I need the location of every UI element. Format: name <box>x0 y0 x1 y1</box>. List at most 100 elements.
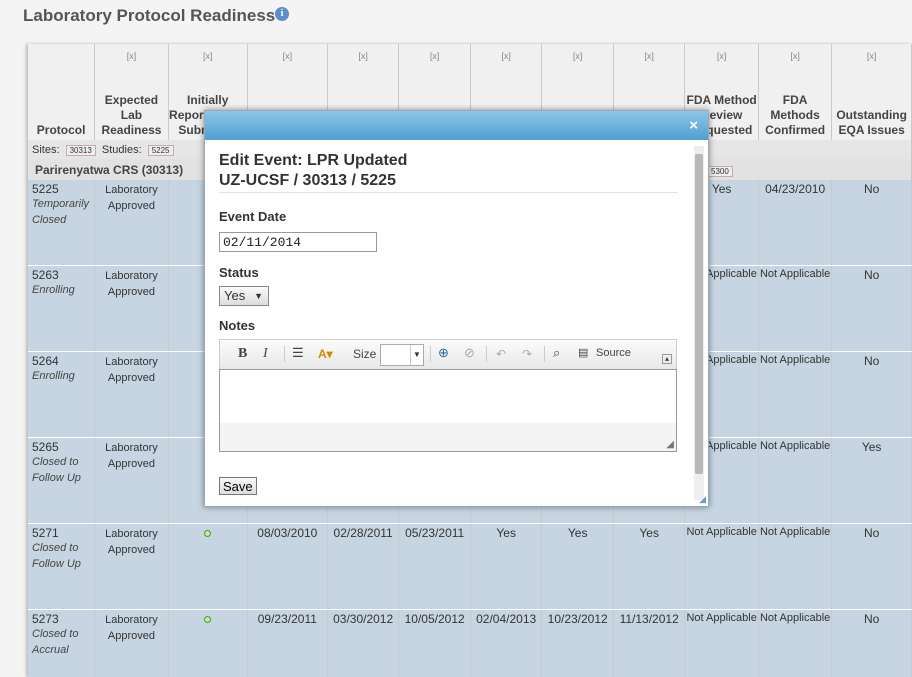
protocol-number[interactable]: 5271 <box>32 526 94 540</box>
redo-icon[interactable]: ↷ <box>522 347 532 361</box>
protocol-status: Enrolling <box>32 370 75 382</box>
cell-value: No <box>863 354 880 368</box>
protocol-number[interactable]: 5273 <box>32 612 94 626</box>
data-cell[interactable]: 08/03/2010 <box>247 523 328 610</box>
data-cell[interactable]: 02/28/2011 <box>327 523 400 610</box>
data-cell[interactable]: Not Applicable <box>758 437 833 524</box>
remove-column-button[interactable]: [x] <box>685 49 757 64</box>
data-cell[interactable]: 04/23/2010 <box>758 180 833 266</box>
data-cell[interactable]: Not Applicable <box>684 609 759 677</box>
data-cell[interactable]: No <box>831 523 912 610</box>
data-cell[interactable]: Not Applicable <box>758 523 833 610</box>
data-cell[interactable]: 09/23/2011 <box>247 609 328 677</box>
cell-value: Yes <box>711 182 732 196</box>
protocol-number[interactable]: 5264 <box>32 354 94 368</box>
remove-column-button[interactable]: [x] <box>471 49 542 64</box>
undo-icon[interactable]: ↶ <box>496 347 506 361</box>
data-cell[interactable]: Not Applicable <box>758 265 833 352</box>
protocol-number[interactable]: 5225 <box>32 182 94 196</box>
cell-value: Yes <box>861 440 882 454</box>
readiness-cell: Laboratory Approved <box>94 437 169 524</box>
bold-button[interactable]: B <box>238 346 247 362</box>
status-dot-icon <box>204 530 212 537</box>
save-button[interactable]: Save <box>219 477 257 495</box>
remove-column-button[interactable]: [x] <box>95 49 167 64</box>
data-cell[interactable]: Yes <box>541 523 614 610</box>
cell-value: Not Applicable <box>759 354 831 366</box>
preview-icon[interactable]: ⌕ <box>553 345 560 361</box>
protocol-status: Enrolling <box>32 284 75 296</box>
toolbar-separator <box>544 346 545 362</box>
data-cell[interactable]: Not Applicable <box>758 609 833 677</box>
dialog-resize-icon[interactable]: ◢ <box>699 494 706 505</box>
column-header[interactable]: [x] Expected Lab Readiness <box>94 44 169 140</box>
dialog-title: Edit Event: LPR Updated UZ-UCSF / 30313 … <box>219 151 407 191</box>
remove-column-button[interactable]: [x] <box>542 49 613 64</box>
link-icon[interactable]: ⊕ <box>438 345 449 361</box>
font-size-select[interactable]: ▼ <box>380 344 424 366</box>
remove-column-button[interactable]: [x] <box>248 49 327 64</box>
readiness-cell: Laboratory Approved <box>94 523 169 610</box>
data-cell[interactable]: 11/13/2012 <box>613 609 686 677</box>
data-cell[interactable]: 05/23/2011 <box>398 523 471 610</box>
protocol-number[interactable]: 5263 <box>32 268 94 282</box>
scrollbar-thumb[interactable] <box>695 154 703 474</box>
page-title: Laboratory Protocol Readiness <box>23 6 276 25</box>
data-cell[interactable] <box>168 523 248 610</box>
status-select[interactable]: Yes ▼ <box>219 286 269 306</box>
data-cell[interactable]: 02/04/2013 <box>470 609 543 677</box>
notes-label: Notes <box>219 318 256 333</box>
cell-value: 08/03/2010 <box>257 526 318 540</box>
remove-column-button[interactable]: [x] <box>399 49 470 64</box>
data-cell[interactable]: Yes <box>613 523 686 610</box>
column-header[interactable]: Protocol <box>28 44 96 140</box>
column-header[interactable]: [x] FDA Methods Confirmed <box>758 44 833 140</box>
italic-button[interactable]: I <box>263 346 268 362</box>
data-cell[interactable]: No <box>831 265 912 352</box>
data-cell[interactable]: Not Applicable <box>684 523 759 610</box>
remove-column-button[interactable]: [x] <box>614 49 684 64</box>
cell-value: 03/30/2012 <box>333 612 394 626</box>
remove-column-button[interactable]: [x] <box>328 49 399 64</box>
column-header[interactable]: [x] Outstanding EQA Issues <box>831 44 912 140</box>
protocol-number[interactable]: 5265 <box>32 440 94 454</box>
study-filter-chip-2[interactable]: 5300 <box>707 166 733 177</box>
readiness-cell: Laboratory Approved <box>94 265 169 352</box>
data-cell[interactable]: 10/05/2012 <box>398 609 471 677</box>
unlink-icon[interactable]: ⊘ <box>464 345 475 361</box>
data-cell[interactable]: No <box>831 351 912 438</box>
event-date-label: Event Date <box>219 209 287 224</box>
close-icon[interactable]: × <box>689 117 698 134</box>
data-cell[interactable] <box>168 609 248 677</box>
cell-value: Not Applicable <box>759 440 831 452</box>
protocol-status: Closed to Follow Up <box>32 456 81 484</box>
chevron-down-icon: ▼ <box>254 291 263 301</box>
info-icon[interactable]: i <box>275 7 289 21</box>
dialog-titlebar[interactable]: × <box>205 111 708 140</box>
remove-column-button[interactable]: [x] <box>759 49 831 64</box>
remove-column-button[interactable]: [x] <box>832 49 911 64</box>
data-cell[interactable]: No <box>831 609 912 677</box>
cell-value: Not Applicable <box>759 612 831 624</box>
collapse-toolbar-icon[interactable]: ▴ <box>662 354 672 364</box>
source-button[interactable]: Source <box>596 347 631 359</box>
data-cell[interactable]: Yes <box>831 437 912 524</box>
study-filter-chip[interactable]: 5225 <box>147 144 174 156</box>
bulleted-list-icon[interactable]: ☰ <box>292 345 304 361</box>
resize-handle-icon[interactable]: ◢ <box>666 439 674 450</box>
data-cell[interactable]: 10/23/2012 <box>541 609 614 677</box>
cell-value: No <box>863 182 880 196</box>
data-cell[interactable]: No <box>831 180 912 266</box>
data-cell[interactable]: Not Applicable <box>758 351 833 438</box>
site-filter-chip[interactable]: 30313 <box>65 144 96 156</box>
remove-column-button[interactable]: [x] <box>169 49 247 64</box>
notes-editor[interactable] <box>219 369 677 425</box>
data-cell[interactable]: Yes <box>470 523 543 610</box>
cell-value: 04/23/2010 <box>765 182 826 196</box>
text-color-icon[interactable]: A▾ <box>318 347 333 361</box>
data-cell[interactable]: 03/30/2012 <box>327 609 400 677</box>
cell-value: 02/04/2013 <box>476 612 537 626</box>
editor-resize-bar: ◢ <box>219 423 677 452</box>
event-date-input[interactable] <box>219 232 377 252</box>
dialog-scrollbar[interactable] <box>694 146 704 500</box>
